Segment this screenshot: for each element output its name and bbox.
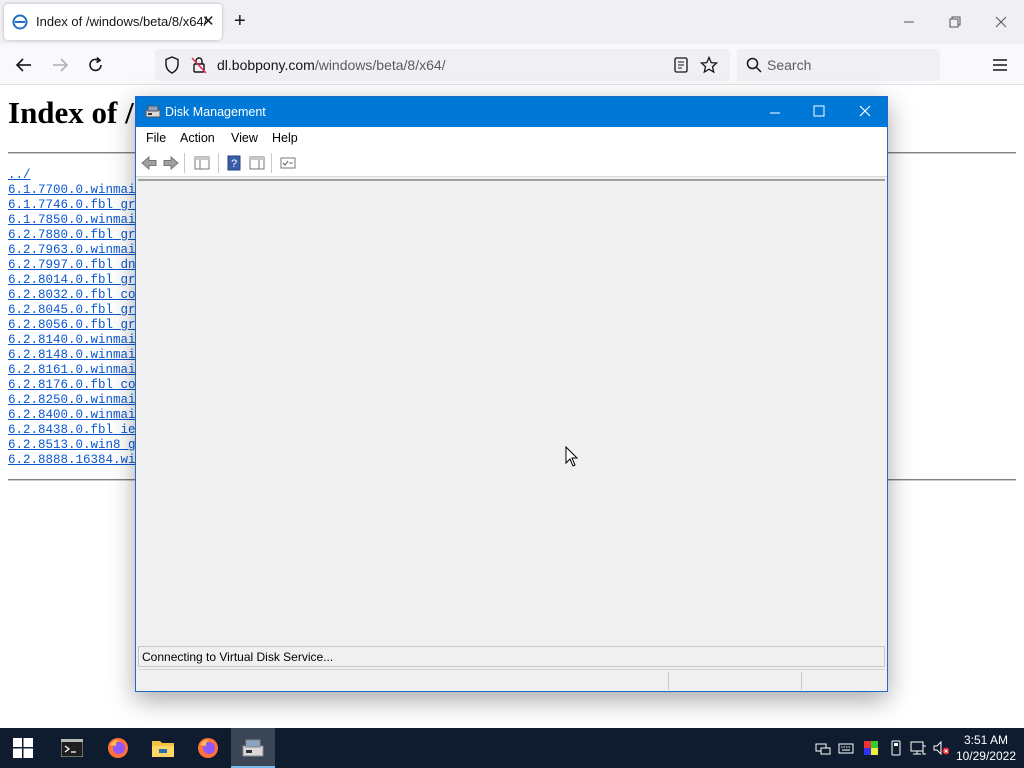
tab-title: Index of /windows/beta/8/x64/ bbox=[36, 14, 208, 29]
legend-bar bbox=[138, 669, 885, 690]
toolbar: ? bbox=[136, 149, 887, 177]
bookmark-star-icon[interactable] bbox=[700, 56, 718, 74]
close-icon[interactable] bbox=[859, 105, 871, 117]
search-placeholder: Search bbox=[767, 57, 812, 73]
link-item[interactable]: 6.1.7700.0.winmain bbox=[8, 183, 143, 198]
insecure-lock-icon[interactable] bbox=[191, 56, 207, 74]
minimize-icon[interactable] bbox=[903, 16, 915, 28]
url-text: dl.bobpony.com/windows/beta/8/x64/ bbox=[217, 57, 446, 73]
keyboard-icon[interactable] bbox=[838, 740, 854, 756]
help-icon[interactable]: ? bbox=[227, 155, 241, 171]
link-item[interactable]: 6.2.8888.16384.win bbox=[8, 453, 143, 468]
window-title-bar[interactable]: Disk Management bbox=[136, 97, 887, 127]
shield-icon[interactable] bbox=[164, 56, 180, 74]
legend-separator bbox=[668, 672, 669, 690]
browser-tab[interactable]: Index of /windows/beta/8/x64/ ✕ bbox=[4, 4, 222, 40]
page-favicon-icon bbox=[12, 14, 28, 30]
link-item[interactable]: 6.2.8176.0.fbl_cor bbox=[8, 378, 143, 393]
firefox-icon bbox=[108, 738, 128, 758]
color-palette-icon[interactable] bbox=[863, 740, 879, 756]
link-item[interactable]: 6.1.7746.0.fbl_grf bbox=[8, 198, 143, 213]
url-domain: dl.bobpony.com bbox=[217, 57, 315, 73]
command-prompt-icon bbox=[61, 739, 83, 757]
taskbar-disk-management[interactable] bbox=[231, 728, 275, 768]
link-item[interactable]: 6.2.8045.0.fbl_grf bbox=[8, 303, 143, 318]
new-tab-icon[interactable]: + bbox=[234, 10, 246, 32]
menu-file[interactable]: File bbox=[146, 131, 166, 145]
taskbar-terminal[interactable] bbox=[50, 728, 94, 768]
link-item[interactable]: 6.2.8014.0.fbl_grf bbox=[8, 273, 143, 288]
menu-view[interactable]: View bbox=[231, 131, 258, 145]
clock-date: 10/29/2022 bbox=[955, 749, 1016, 763]
close-window-icon[interactable] bbox=[995, 16, 1007, 28]
file-listing: ../ 6.1.7700.0.winmain 6.1.7746.0.fbl_gr… bbox=[8, 168, 143, 468]
taskbar: 3:51 AM 10/29/2022 bbox=[0, 728, 1024, 768]
taskbar-file-explorer[interactable] bbox=[141, 728, 185, 768]
link-item[interactable]: 6.2.7880.0.fbl_grf bbox=[8, 228, 143, 243]
forward-icon[interactable] bbox=[51, 57, 69, 73]
mouse-cursor-icon bbox=[565, 446, 579, 467]
tab-close-icon[interactable]: ✕ bbox=[202, 12, 215, 30]
status-bar: Connecting to Virtual Disk Service... bbox=[138, 646, 885, 667]
disk-management-window[interactable]: Disk Management File Action View Help ? … bbox=[135, 96, 888, 692]
firefox-icon bbox=[198, 738, 218, 758]
toolbar-separator bbox=[218, 153, 219, 173]
menu-help[interactable]: Help bbox=[272, 131, 298, 145]
link-parent[interactable]: ../ bbox=[8, 168, 143, 183]
restore-icon[interactable] bbox=[949, 16, 961, 28]
disk-management-app-icon bbox=[242, 739, 264, 757]
volume-muted-icon[interactable] bbox=[933, 740, 949, 756]
disk-management-app-icon bbox=[145, 105, 161, 118]
link-item[interactable]: 6.2.8400.0.winmain bbox=[8, 408, 143, 423]
link-item[interactable]: 6.1.7850.0.winmain bbox=[8, 213, 143, 228]
page-heading: Index of / bbox=[8, 95, 134, 130]
link-item[interactable]: 6.2.8161.0.winmain bbox=[8, 363, 143, 378]
link-item[interactable]: 6.2.8438.0.fbl_ie_ bbox=[8, 423, 143, 438]
url-bar[interactable]: dl.bobpony.com/windows/beta/8/x64/ bbox=[155, 49, 730, 81]
link-item[interactable]: 6.2.8250.0.winmain bbox=[8, 393, 143, 408]
windows-logo-icon bbox=[13, 738, 33, 758]
forward-arrow-icon[interactable] bbox=[163, 155, 179, 171]
network-icon[interactable] bbox=[910, 740, 926, 756]
show-hide-console-tree-icon[interactable] bbox=[194, 155, 210, 171]
taskbar-firefox[interactable] bbox=[96, 728, 140, 768]
properties-icon[interactable] bbox=[280, 155, 296, 171]
link-item[interactable]: 6.2.8032.0.fbl_cor bbox=[8, 288, 143, 303]
toolbar-separator bbox=[271, 153, 272, 173]
maximize-icon[interactable] bbox=[813, 105, 825, 117]
system-clock[interactable]: 3:51 AM 10/29/2022 bbox=[956, 732, 1016, 764]
toolbar-separator bbox=[184, 153, 185, 173]
link-item[interactable]: 6.2.7997.0.fbl_dnt bbox=[8, 258, 143, 273]
legend-separator bbox=[801, 672, 802, 690]
reader-view-icon[interactable] bbox=[674, 57, 688, 73]
minimize-icon[interactable] bbox=[769, 107, 781, 119]
reload-icon[interactable] bbox=[87, 56, 105, 74]
link-item[interactable]: 6.2.7963.0.winmain bbox=[8, 243, 143, 258]
show-hide-action-pane-icon[interactable] bbox=[249, 155, 265, 171]
folder-icon bbox=[152, 741, 174, 757]
window-title: Disk Management bbox=[165, 105, 266, 119]
hamburger-menu-icon[interactable] bbox=[992, 58, 1008, 72]
link-item[interactable]: 6.2.8056.0.fbl_grf bbox=[8, 318, 143, 333]
start-button[interactable] bbox=[0, 728, 44, 768]
link-item[interactable]: 6.2.8148.0.winmain bbox=[8, 348, 143, 363]
browser-tab-bar: Index of /windows/beta/8/x64/ ✕ + bbox=[0, 0, 1024, 44]
svg-text:?: ? bbox=[231, 158, 237, 170]
back-icon[interactable] bbox=[15, 57, 33, 73]
network-adapter-icon[interactable] bbox=[815, 740, 831, 756]
browser-nav-bar: dl.bobpony.com/windows/beta/8/x64/ Searc… bbox=[0, 44, 1024, 85]
status-text: Connecting to Virtual Disk Service... bbox=[142, 650, 334, 664]
clock-time: 3:51 AM bbox=[963, 733, 1008, 747]
usb-device-icon[interactable] bbox=[888, 740, 904, 756]
search-icon bbox=[746, 57, 762, 73]
search-bar[interactable]: Search bbox=[737, 49, 940, 81]
link-item[interactable]: 6.2.8513.0.win8_gd bbox=[8, 438, 143, 453]
link-item[interactable]: 6.2.8140.0.winmain bbox=[8, 333, 143, 348]
disk-management-content-area bbox=[138, 179, 885, 645]
back-arrow-icon[interactable] bbox=[141, 155, 157, 171]
menu-action[interactable]: Action bbox=[180, 131, 215, 145]
taskbar-firefox-2[interactable] bbox=[186, 728, 230, 768]
menu-bar: File Action View Help bbox=[136, 127, 887, 149]
url-path: /windows/beta/8/x64/ bbox=[314, 57, 446, 73]
